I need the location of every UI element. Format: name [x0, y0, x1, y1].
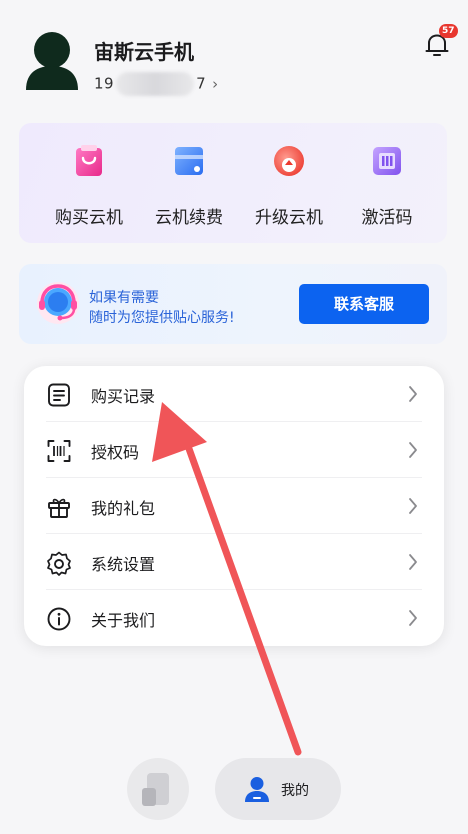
profile-header[interactable]: 宙斯云手机 19 7 ›	[24, 28, 444, 96]
phone-mask	[116, 72, 195, 96]
quick-action-label: 升级云机	[255, 208, 323, 228]
phone-icon	[142, 773, 169, 806]
shopping-bag-icon	[76, 145, 102, 176]
menu-item-label: 系统设置	[91, 555, 156, 574]
service-line-2: 随时为您提供贴心服务!	[89, 310, 235, 326]
scan-code-icon	[47, 440, 71, 462]
chevron-right-icon	[409, 498, 417, 514]
phone-prefix: 19	[94, 74, 115, 93]
info-icon	[47, 607, 71, 631]
user-name: 宙斯云手机	[94, 40, 194, 64]
customer-service-banner: 如果有需要 随时为您提供贴心服务! 联系客服	[19, 264, 447, 344]
quick-actions-card: 购买云机 云机续费 升级云机 激活码	[19, 123, 447, 243]
person-icon	[245, 777, 269, 802]
menu-item-purchase-records[interactable]: 购买记录	[24, 366, 444, 422]
chevron-right-icon: ›	[212, 74, 219, 93]
quick-action-activation[interactable]: 激活码	[337, 141, 437, 228]
menu-item-label: 我的礼包	[91, 499, 156, 518]
menu-list: 购买记录 授权码 我的礼包 系统设置 关于我们	[24, 366, 444, 646]
tab-mine-label: 我的	[281, 783, 309, 799]
menu-item-my-gifts[interactable]: 我的礼包	[24, 478, 444, 534]
menu-item-label: 关于我们	[91, 611, 156, 630]
user-phone[interactable]: 19 7 ›	[94, 72, 219, 96]
gift-icon	[48, 498, 70, 518]
renew-card-icon	[175, 147, 203, 175]
chevron-right-icon	[409, 610, 417, 626]
quick-action-buy[interactable]: 购买云机	[39, 141, 139, 228]
gear-icon	[47, 551, 71, 576]
chevron-right-icon	[409, 554, 417, 570]
customer-service-headset-icon	[37, 282, 79, 324]
quick-action-renew[interactable]: 云机续费	[139, 141, 239, 228]
notification-badge: 57	[439, 24, 458, 38]
tab-mine[interactable]: 我的	[215, 758, 341, 820]
menu-item-label: 授权码	[91, 443, 140, 462]
activation-code-icon	[373, 147, 401, 175]
phone-suffix: 7	[196, 74, 207, 93]
contact-service-button[interactable]: 联系客服	[299, 284, 429, 324]
quick-action-upgrade[interactable]: 升级云机	[239, 141, 339, 228]
quick-action-label: 云机续费	[155, 208, 223, 228]
chevron-right-icon	[409, 442, 417, 458]
user-silhouette-icon	[26, 32, 78, 90]
service-line-1: 如果有需要	[89, 290, 159, 306]
menu-item-system-settings[interactable]: 系统设置	[24, 534, 444, 590]
menu-item-authorization-code[interactable]: 授权码	[24, 422, 444, 478]
quick-action-label: 激活码	[361, 208, 413, 228]
chevron-right-icon	[409, 386, 417, 402]
quick-action-label: 购买云机	[55, 208, 123, 228]
service-message: 如果有需要 随时为您提供贴心服务!	[89, 288, 235, 328]
menu-item-label: 购买记录	[91, 387, 156, 406]
menu-item-about-us[interactable]: 关于我们	[24, 590, 444, 646]
record-list-icon	[48, 383, 70, 407]
tab-cloud-phone[interactable]	[127, 758, 189, 820]
upgrade-icon	[274, 146, 304, 176]
